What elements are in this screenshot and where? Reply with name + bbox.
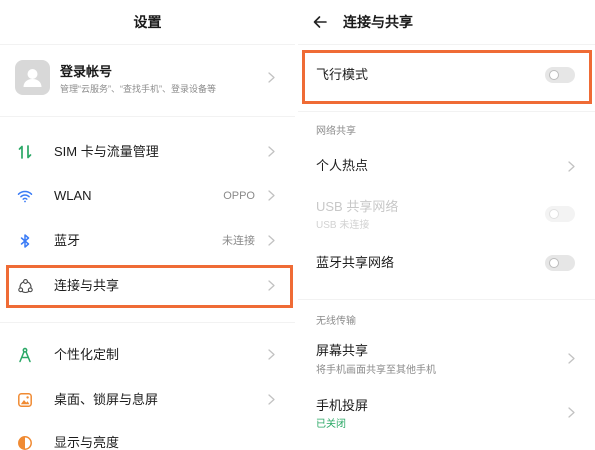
chevron-right-icon	[268, 235, 275, 246]
bluetooth-icon	[17, 233, 34, 250]
settings-item-label: 显示与亮度	[54, 435, 120, 450]
screen-share-subtitle: 将手机画面共享至其他手机	[316, 365, 436, 376]
toggle-knob	[549, 209, 559, 219]
connection-share-icon	[17, 278, 34, 295]
account-login-row[interactable]: 登录帐号 管理“云服务”、“查找手机”、登录设备等	[0, 52, 295, 104]
settings-item-label: SIM 卡与流量管理	[54, 144, 159, 159]
screen-share-row[interactable]: 屏幕共享 将手机画面共享至其他手机	[298, 333, 595, 383]
header-divider	[0, 44, 295, 45]
chevron-right-icon	[268, 280, 275, 291]
chevron-right-icon	[268, 349, 275, 360]
settings-item-label: 桌面、锁屏与息屏	[54, 392, 159, 407]
sim-data-icon	[17, 144, 34, 161]
page-title: 设置	[133, 14, 162, 30]
settings-item-label: WLAN	[54, 188, 92, 203]
hotspot-row[interactable]: 个人热点	[298, 146, 595, 186]
settings-item-label: 连接与共享	[54, 278, 120, 293]
toggle-knob	[549, 70, 559, 80]
bluetooth-tethering-label: 蓝牙共享网络	[316, 255, 395, 270]
bluetooth-status-value: 未连接	[222, 235, 255, 247]
settings-item-connection-share[interactable]: 连接与共享	[0, 266, 295, 306]
screen-cast-status: 已关闭	[316, 419, 346, 430]
bluetooth-tethering-row[interactable]: 蓝牙共享网络	[298, 243, 595, 283]
usb-tethering-toggle	[545, 206, 575, 222]
avatar-icon	[15, 60, 50, 95]
group-divider	[298, 299, 595, 300]
bluetooth-tethering-toggle[interactable]	[545, 255, 575, 271]
chevron-right-icon	[568, 407, 575, 418]
settings-panel: 设置 登录帐号 管理“云服务”、“查找手机”、登录设备等 SIM 卡与流量管理 …	[0, 0, 295, 450]
toggle-knob	[549, 258, 559, 268]
usb-tethering-label: USB 共享网络	[316, 199, 399, 214]
back-arrow-icon[interactable]	[312, 14, 328, 30]
account-subtitle: 管理“云服务”、“查找手机”、登录设备等	[60, 84, 216, 94]
chevron-right-icon	[268, 394, 275, 405]
airplane-mode-label: 飞行模式	[316, 67, 369, 82]
home-lockscreen-icon	[17, 392, 34, 409]
settings-item-bluetooth[interactable]: 蓝牙 未连接	[0, 221, 295, 261]
wifi-icon	[17, 188, 34, 205]
settings-item-home-lockscreen[interactable]: 桌面、锁屏与息屏	[0, 380, 295, 420]
account-title: 登录帐号	[60, 64, 113, 79]
settings-item-label: 个性化定制	[54, 347, 120, 362]
airplane-mode-row[interactable]: 飞行模式	[298, 50, 595, 104]
settings-item-wlan[interactable]: WLAN OPPO	[0, 176, 295, 216]
settings-item-label: 蓝牙	[54, 233, 81, 248]
personalization-icon	[17, 347, 34, 364]
usb-tethering-row: USB 共享网络 USB 未连接	[298, 188, 595, 238]
wlan-network-value: OPPO	[223, 190, 255, 202]
group-divider	[0, 116, 295, 117]
usb-tethering-subtitle: USB 未连接	[316, 220, 370, 231]
screen-cast-label: 手机投屏	[316, 398, 369, 413]
hotspot-label: 个人热点	[316, 158, 369, 173]
section-header-network-sharing: 网络共享	[316, 126, 356, 137]
settings-item-display-brightness[interactable]: 显示与亮度	[0, 423, 295, 450]
header-divider	[298, 44, 595, 45]
chevron-right-icon	[568, 161, 575, 172]
chevron-right-icon	[568, 353, 575, 364]
airplane-mode-toggle[interactable]	[545, 67, 575, 83]
chevron-right-icon	[268, 146, 275, 157]
chevron-right-icon	[268, 72, 275, 83]
screen-share-label: 屏幕共享	[316, 343, 369, 358]
page-title: 连接与共享	[343, 14, 413, 30]
screen-cast-row[interactable]: 手机投屏 已关闭	[298, 388, 595, 438]
group-divider	[0, 322, 295, 323]
section-header-wireless-transfer: 无线传输	[316, 316, 356, 327]
settings-item-sim[interactable]: SIM 卡与流量管理	[0, 132, 295, 172]
chevron-right-icon	[268, 190, 275, 201]
group-divider	[298, 111, 595, 112]
settings-item-personalization[interactable]: 个性化定制	[0, 335, 295, 375]
display-brightness-icon	[17, 435, 34, 450]
connection-share-panel: 连接与共享 飞行模式 网络共享 个人热点 USB 共享网络 USB 未连接 蓝牙…	[298, 0, 595, 450]
